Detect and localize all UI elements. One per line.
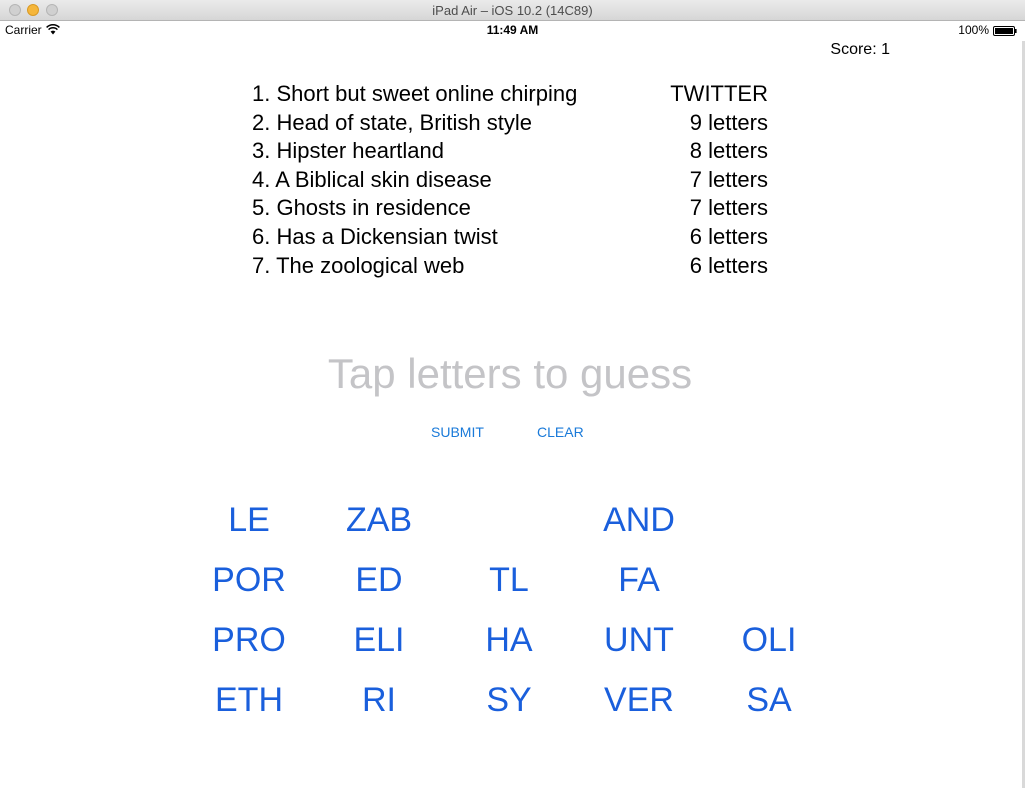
clue-row: 7. The zoological web 6 letters bbox=[252, 252, 768, 281]
ios-status-bar: Carrier 11:49 AM 100% bbox=[0, 21, 1025, 41]
clue-answer: TWITTER bbox=[670, 81, 768, 106]
score-label: Score: 1 bbox=[830, 41, 890, 58]
letter-tile[interactable]: SY bbox=[454, 680, 564, 720]
window-title: iPad Air – iOS 10.2 (14C89) bbox=[432, 3, 593, 18]
clue-text: 5. Ghosts in residence bbox=[252, 195, 471, 221]
guess-display: Tap letters to guess bbox=[327, 350, 693, 397]
clue-answer: 6 letters bbox=[689, 223, 768, 249]
clue-text: 1. Short but sweet online chirping bbox=[252, 81, 578, 106]
letter-tile[interactable]: HA bbox=[454, 620, 564, 660]
clue-answer: 8 letters bbox=[689, 138, 768, 164]
letter-tile[interactable]: ELI bbox=[324, 620, 434, 660]
clue-text: 4. A Biblical skin disease bbox=[252, 166, 492, 192]
letter-tile[interactable]: RI bbox=[324, 680, 434, 720]
status-time: 11:49 AM bbox=[486, 23, 539, 37]
clue-list: 1. Short but sweet online chirping TWITT… bbox=[252, 80, 768, 280]
letter-tile[interactable]: ETH bbox=[194, 680, 304, 720]
clue-row: 2. Head of state, British style 9 letter… bbox=[252, 109, 768, 138]
clue-answer: 7 letters bbox=[689, 195, 768, 221]
clue-text: 6. Has a Dickensian twist bbox=[252, 223, 498, 249]
clue-row: 3. Hipster heartland 8 letters bbox=[252, 137, 768, 166]
window-titlebar: iPad Air – iOS 10.2 (14C89) bbox=[0, 0, 1025, 21]
letter-tile[interactable]: PRO bbox=[194, 620, 304, 660]
battery-percent: 100% bbox=[958, 23, 989, 37]
clue-answer: 7 letters bbox=[689, 166, 768, 192]
clue-row: 5. Ghosts in residence 7 letters bbox=[252, 194, 768, 223]
letter-tile[interactable]: AND bbox=[584, 500, 694, 540]
letter-tile[interactable]: TL bbox=[454, 560, 564, 600]
letter-tile[interactable]: ED bbox=[324, 560, 434, 600]
clue-text: 3. Hipster heartland bbox=[252, 138, 444, 164]
letter-tile[interactable]: SA bbox=[714, 680, 824, 720]
letter-tile[interactable]: OLI bbox=[714, 620, 824, 660]
clue-answer: 9 letters bbox=[689, 109, 768, 135]
letter-tile[interactable]: UNT bbox=[584, 620, 694, 660]
clear-button[interactable]: CLEAR bbox=[537, 424, 584, 440]
submit-button[interactable]: SUBMIT bbox=[431, 424, 484, 440]
clue-row: 6. Has a Dickensian twist 6 letters bbox=[252, 223, 768, 252]
clue-text: 7. The zoological web bbox=[252, 252, 465, 278]
letter-tile[interactable]: POR bbox=[194, 560, 304, 600]
letter-tile[interactable]: LE bbox=[194, 500, 304, 540]
battery-icon bbox=[993, 26, 1017, 36]
letter-tile[interactable]: ZAB bbox=[324, 500, 434, 540]
clue-row: 4. A Biblical skin disease 7 letters bbox=[252, 166, 768, 195]
clue-answer: 6 letters bbox=[689, 252, 768, 278]
letter-tile[interactable]: VER bbox=[584, 680, 694, 720]
clue-text: 2. Head of state, British style bbox=[252, 109, 533, 135]
clue-row: 1. Short but sweet online chirping TWITT… bbox=[252, 80, 768, 109]
letter-tile[interactable]: FA bbox=[584, 560, 694, 600]
